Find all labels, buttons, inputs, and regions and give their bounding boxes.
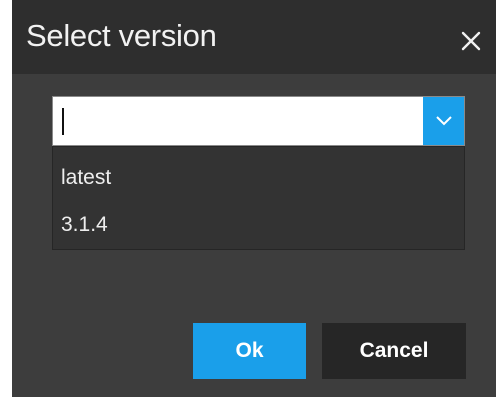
ok-button[interactable]: Ok	[193, 323, 306, 379]
close-icon[interactable]	[460, 30, 482, 52]
version-dropdown-list: latest 3.1.4	[52, 146, 465, 250]
select-version-dialog: Select version latest 3.1.4 Ok Cancel	[12, 0, 496, 397]
dropdown-button[interactable]	[423, 97, 464, 145]
version-combobox[interactable]	[52, 96, 465, 146]
version-input[interactable]	[53, 97, 423, 145]
option-3-1-4[interactable]: 3.1.4	[53, 202, 464, 248]
text-cursor	[62, 108, 64, 135]
dialog-title: Select version	[26, 18, 217, 53]
cancel-button[interactable]: Cancel	[322, 323, 466, 379]
chevron-down-icon	[436, 116, 452, 126]
option-latest[interactable]: latest	[53, 155, 464, 201]
dialog-titlebar: Select version	[12, 0, 496, 74]
